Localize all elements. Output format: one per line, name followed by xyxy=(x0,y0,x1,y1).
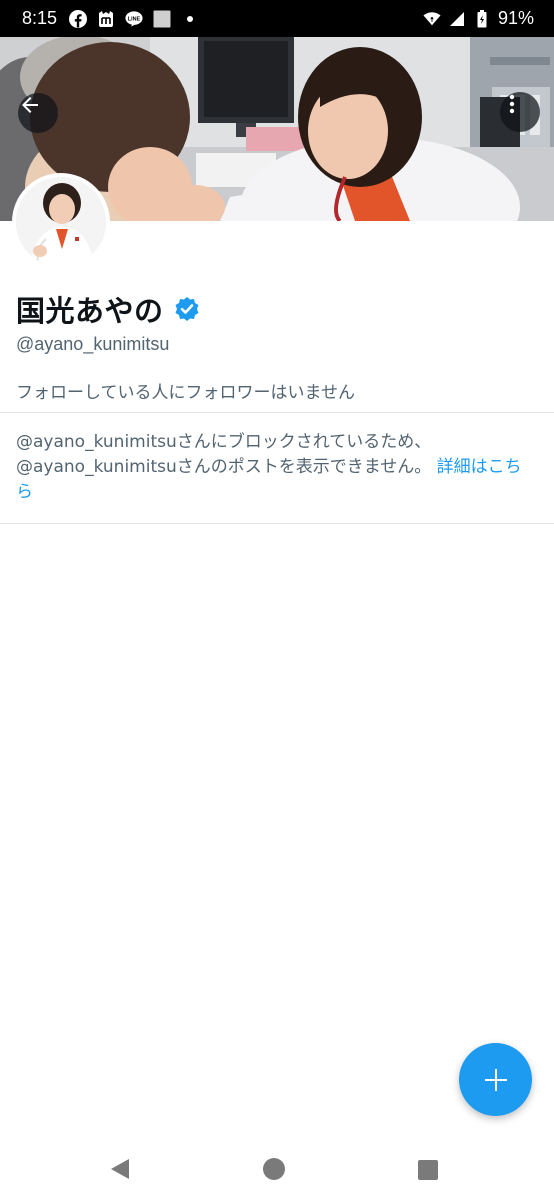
nav-recents-button[interactable] xyxy=(416,1158,440,1182)
verified-badge-icon[interactable] xyxy=(174,296,200,322)
status-time: 8:15 xyxy=(22,8,58,28)
battery-level: 91% xyxy=(497,8,534,28)
compose-post-button[interactable] xyxy=(459,1043,532,1116)
divider xyxy=(0,523,554,524)
divider xyxy=(0,412,554,413)
circle-home-icon xyxy=(263,1158,285,1180)
blocked-notice: @ayano_kunimitsuさんにブロックされているため、@ayano_ku… xyxy=(16,430,536,505)
status-left: 8:15 LINE xyxy=(22,8,199,29)
square-notification-icon xyxy=(153,10,171,28)
plus-icon xyxy=(484,1068,507,1091)
mi-icon xyxy=(97,10,115,28)
more-options-button[interactable] xyxy=(500,92,540,132)
triangle-back-icon xyxy=(111,1159,129,1179)
line-icon: LINE xyxy=(125,10,143,28)
battery-icon xyxy=(473,9,491,28)
status-right: 91% xyxy=(423,8,534,29)
back-button[interactable] xyxy=(18,93,58,133)
status-bar: 8:15 LINE 91% xyxy=(0,0,554,37)
avatar-photo xyxy=(16,177,106,267)
signal-icon xyxy=(448,10,466,28)
blocked-message: @ayano_kunimitsuさんにブロックされているため、@ayano_ku… xyxy=(16,432,432,477)
arrow-left-icon xyxy=(22,97,38,113)
wifi-icon xyxy=(423,10,441,28)
display-name: 国光あやの xyxy=(16,294,164,328)
svg-text:LINE: LINE xyxy=(128,16,141,22)
square-recents-icon xyxy=(418,1160,438,1180)
more-vertical-icon xyxy=(509,94,515,114)
nav-back-button[interactable] xyxy=(106,1155,134,1183)
display-name-row: 国光あやの xyxy=(16,288,200,330)
username-handle: @ayano_kunimitsu xyxy=(16,334,170,354)
facebook-icon xyxy=(69,9,88,28)
avatar[interactable] xyxy=(12,173,110,271)
nav-home-button[interactable] xyxy=(262,1157,286,1181)
profile-screen: 8:15 LINE 91% 国光あやの @ayano_kunimitsu フォロ… xyxy=(0,0,554,1200)
dot-icon xyxy=(181,10,199,28)
followers-you-follow-note: フォローしている人にフォロワーはいません xyxy=(16,383,355,403)
